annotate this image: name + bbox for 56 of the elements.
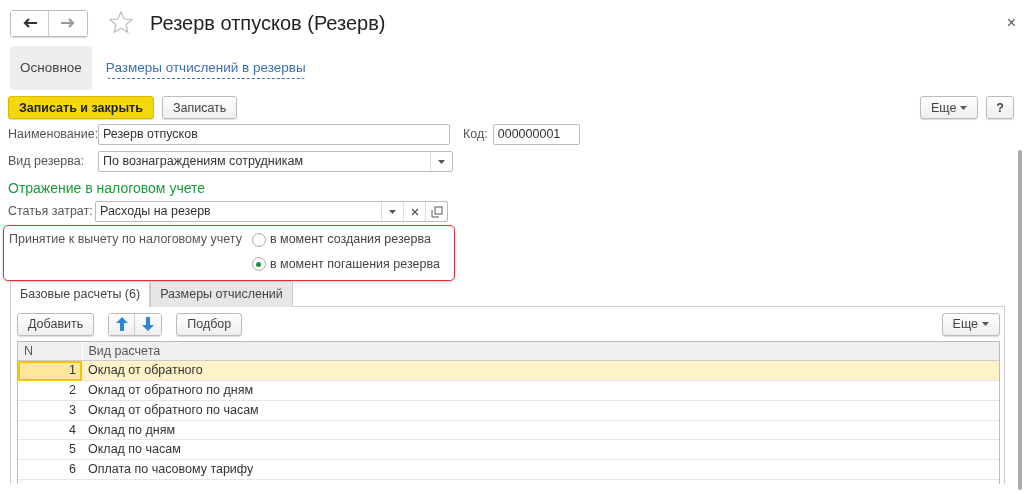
reserve-type-dropdown[interactable]: По вознаграждениям сотрудникам [98, 151, 453, 173]
add-button[interactable]: Добавить [17, 312, 95, 336]
tab[interactable]: Базовые расчеты (6) [10, 280, 151, 307]
table-cell: 1 [18, 360, 82, 381]
column-header: Вид расчета [82, 341, 999, 361]
radio-button[interactable] [251, 232, 266, 247]
text-input[interactable]: Расходы на резерв [96, 202, 381, 222]
caret-icon [982, 322, 989, 326]
caret-icon [389, 209, 396, 214]
back-button[interactable] [11, 10, 49, 36]
table-cell: 4 [18, 420, 82, 440]
field-label: Вид резерва: [8, 153, 86, 171]
radio-button[interactable] [251, 257, 266, 272]
back-arrow-icon [22, 18, 37, 29]
name-field[interactable]: Резерв отпусков [99, 125, 449, 145]
scrollbar[interactable] [1018, 150, 1022, 490]
column-header: N [18, 341, 82, 361]
section-link[interactable]: Основное [10, 46, 92, 91]
code-field[interactable]: 000000001 [493, 125, 579, 145]
up-arrow-icon [115, 317, 128, 332]
field-label: Статья затрат: [8, 203, 94, 221]
field-label: Принятие к вычету по налоговому учету [9, 231, 242, 249]
pick-button[interactable]: Подбор [176, 312, 243, 336]
section-heading: Отражение в налоговом учете [8, 179, 206, 199]
save-button[interactable]: Записать [161, 96, 238, 120]
more-button[interactable]: Еще [919, 96, 979, 120]
table-cell: Оклад от обратного по дням [82, 380, 999, 401]
table-cell: 5 [18, 439, 82, 460]
window-title: Резерв отпусков (Резерв) [150, 11, 386, 36]
more-button[interactable]: Еще [941, 312, 1000, 336]
forward-arrow-icon [61, 18, 75, 29]
text-input[interactable]: По вознаграждениям сотрудникам [99, 152, 430, 172]
table-cell: 6 [18, 459, 82, 480]
help-button[interactable]: ? [986, 96, 1014, 120]
field-label: Наименование: [8, 126, 98, 144]
close-button[interactable]: × [1006, 11, 1016, 35]
star-icon[interactable] [109, 11, 133, 35]
radio-option[interactable]: в момент создания резерва [251, 230, 440, 249]
radio-option[interactable]: в момент погашения резерва [251, 255, 440, 274]
table-cell: 2 [18, 380, 82, 401]
table-cell: Оплата по часовому тарифу [82, 459, 999, 480]
table-cell: Оклад от обратного по часам [82, 400, 999, 420]
field-label: Код: [463, 126, 488, 144]
move-down-button[interactable] [135, 313, 162, 335]
expense-item-field[interactable]: Расходы на резерв [95, 201, 448, 223]
table-cell: Оклад по часам [82, 439, 999, 460]
table-cell: Оклад от обратного [82, 360, 999, 381]
down-arrow-icon [142, 317, 155, 332]
save-and-close-button[interactable]: Записать и закрыть [8, 96, 154, 120]
tab[interactable]: Размеры отчислений [150, 280, 293, 307]
caret-icon [438, 159, 445, 164]
move-up-button[interactable] [109, 313, 136, 335]
table-cell: Оклад по дням [82, 420, 999, 440]
section-link[interactable]: Размеры отчислений в резервы [105, 57, 306, 79]
table-cell: 3 [18, 400, 82, 420]
caret-icon [960, 105, 968, 110]
